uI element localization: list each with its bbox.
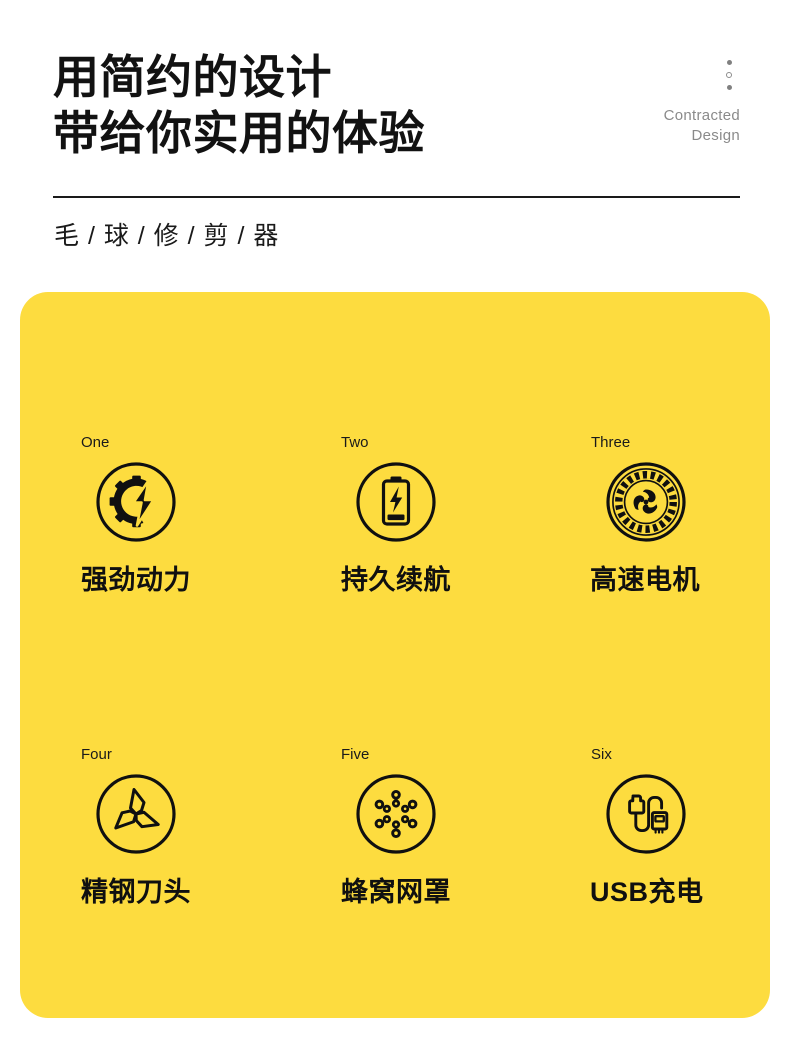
feature-caption: 精钢刀头 [81,877,191,907]
feature-item-one[interactable]: One 强劲动力 [80,434,295,644]
feature-item-three[interactable]: Three 高速电机 [590,434,790,644]
corner-badge-text: Contracted Design [610,106,740,146]
feature-caption: 持久续航 [341,565,451,595]
page-header: 用简约的设计 带给你实用的体验 Contracted Design 毛 / 球 … [0,0,790,292]
battery-bolt-icon [356,462,436,542]
feature-caption: 强劲动力 [81,565,191,595]
feature-index-label: Three [591,434,631,451]
dot-filled-top-icon [727,60,732,65]
feature-caption: 高速电机 [590,565,700,595]
page-subtitle: 毛 / 球 / 修 / 剪 / 器 [54,222,280,250]
feature-grid: One 强劲动力 Two 持久续航 Three 高速电机 Four 精钢刀头 F… [20,292,770,1018]
feature-index-label: Five [341,746,370,763]
corner-badge-line-2: Design [691,127,740,144]
page-title-line-2: 带给你实用的体验 [53,107,425,159]
corner-badge-line-1: Contracted [663,107,740,124]
corner-badge: Contracted Design [610,60,740,146]
feature-caption: USB充电 [590,877,704,907]
honeycomb-mesh-icon [356,774,436,854]
feature-item-two[interactable]: Two 持久续航 [340,434,555,644]
feature-index-label: One [81,434,110,451]
page-title: 用简约的设计 带给你实用的体验 [53,49,425,161]
gear-bolt-icon [96,462,176,542]
feature-index-label: Six [591,746,612,763]
feature-item-four[interactable]: Four 精钢刀头 [80,746,295,956]
motor-fan-icon [606,462,686,542]
dot-group [610,60,732,90]
dot-filled-bottom-icon [727,85,732,90]
header-divider [53,196,740,198]
feature-caption: 蜂窝网罩 [341,877,451,907]
dot-hollow-middle-icon [726,72,732,78]
usb-cable-icon [606,774,686,854]
rotary-blade-icon [96,774,176,854]
feature-item-six[interactable]: Six USB充电 [590,746,790,956]
feature-index-label: Four [81,746,112,763]
feature-panel: One 强劲动力 Two 持久续航 Three 高速电机 Four 精钢刀头 F… [20,292,770,1018]
feature-index-label: Two [341,434,369,451]
feature-item-five[interactable]: Five 蜂窝网罩 [340,746,555,956]
page-title-line-1: 用简约的设计 [53,51,332,103]
